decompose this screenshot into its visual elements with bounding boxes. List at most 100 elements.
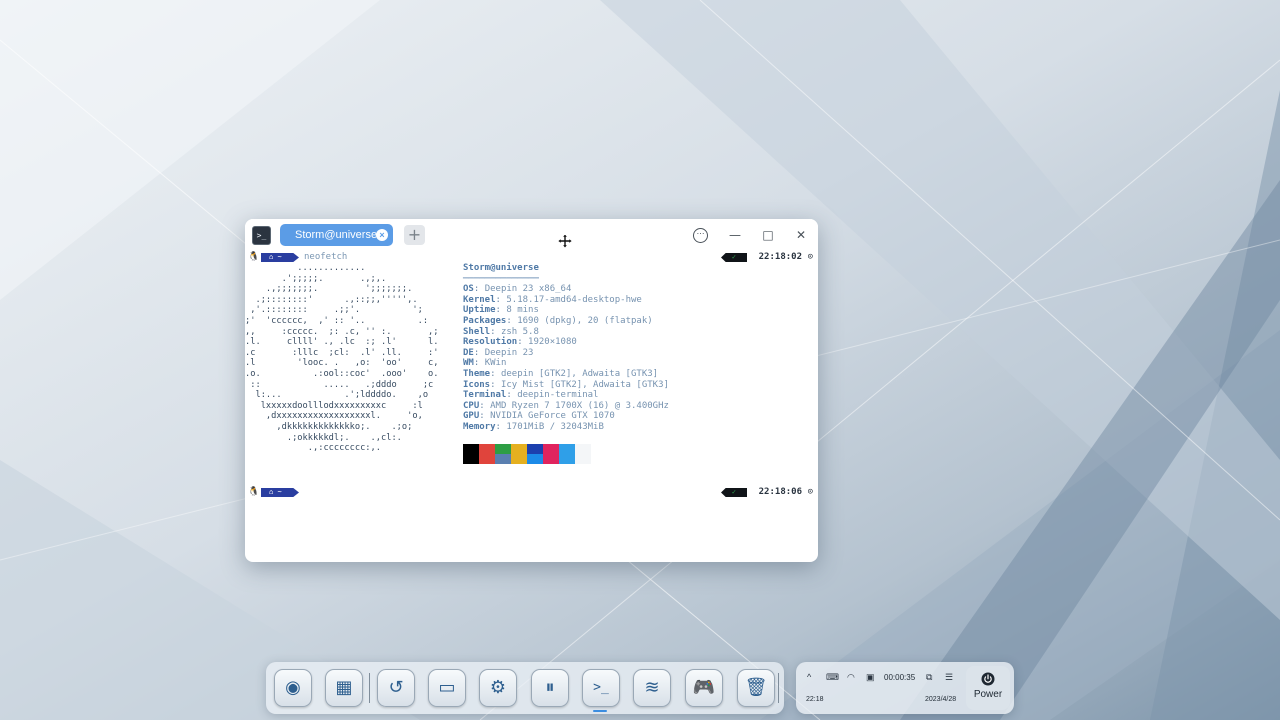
terminal-output[interactable]: 🐧 ⌂ ~ neofetch ✓ 22:18:02 ⊙ ............… (245, 251, 818, 562)
dock-item-network-stream[interactable]: ≋ (633, 669, 671, 707)
window-menu-button[interactable]: ⋯ (693, 228, 708, 243)
terminal-app-icon[interactable]: >_ (252, 226, 271, 245)
info-row-resolution: Resolution: 1920×1080 (463, 337, 577, 348)
info-value: 5.18.17-amd64-desktop-hwe (506, 294, 642, 305)
color-swatch (463, 444, 479, 454)
color-swatch (527, 444, 543, 454)
power-icon (981, 672, 995, 686)
command-text: neofetch (304, 252, 348, 262)
home-segment: ⌂ ~ (261, 488, 299, 497)
info-row-shell: Shell: zsh 5.8 (463, 326, 539, 337)
power-button[interactable]: Power (966, 666, 1010, 710)
info-key: Packages (463, 315, 507, 326)
dock-item-terminal[interactable]: >_ (582, 669, 620, 707)
info-value: deepin [GTK2], Adwaita [GTK3] (500, 368, 659, 379)
tux-icon: 🐧 (248, 252, 260, 262)
info-value: zsh 5.8 (500, 326, 539, 337)
status-ok-segment: ✓ (721, 488, 747, 497)
info-key: Shell (463, 326, 491, 337)
info-key: Memory (463, 421, 496, 432)
color-palette (463, 444, 591, 464)
color-swatch (495, 444, 511, 454)
wifi-icon[interactable]: ◠ (847, 672, 855, 683)
info-key: OS (463, 284, 474, 295)
dock-item-launcher[interactable]: ◉ (274, 669, 312, 707)
system-tray: ^ ⌨ ◠ ▣ 00:00:35 ⧉ ☰ 22:18 2023/4/28 Pow… (796, 662, 1014, 714)
info-key: GPU (463, 411, 480, 422)
control-toggle-icon[interactable]: ☰ (945, 672, 953, 683)
color-swatch (495, 454, 511, 464)
clock-icon: ⊙ (807, 487, 813, 497)
info-row-terminal: Terminal: deepin-terminal (463, 390, 599, 401)
tray-time[interactable]: 22:18 (806, 696, 824, 703)
terminal-window[interactable]: >_ Storm@universe:~ × + ⋯ — □ ✕ 🐧 ⌂ ~ ne… (245, 219, 818, 562)
info-row-wm: WM: KWin (463, 358, 507, 369)
window-titlebar[interactable]: >_ Storm@universe:~ × + ⋯ — □ ✕ (245, 219, 818, 251)
screenshot-icon[interactable]: ⧉ (926, 672, 932, 683)
info-row-theme: Theme: deepin [GTK2], Adwaita [GTK3] (463, 368, 659, 379)
info-value: Icy Mist [GTK2], Adwaita [GTK3] (500, 379, 669, 390)
color-swatch (479, 454, 495, 464)
status-ok-segment: ✓ (721, 253, 747, 262)
minimize-button[interactable]: — (727, 227, 743, 243)
dock-separator (369, 673, 370, 703)
info-value: 1701MiB / 32043MiB (506, 421, 604, 432)
color-swatch (527, 454, 543, 464)
move-cursor-icon (558, 234, 572, 248)
home-segment: ⌂ ~ (261, 253, 299, 262)
add-tab-button[interactable]: + (404, 225, 425, 245)
dock-item-trash[interactable]: 🗑 (737, 669, 775, 707)
tab-storm-universe[interactable]: Storm@universe:~ × (280, 224, 393, 246)
dock-item-multitask-view[interactable]: ▦ (325, 669, 363, 707)
info-value: 1920×1080 (528, 337, 577, 348)
keyboard-icon[interactable]: ⌨ (826, 672, 839, 683)
color-swatch (575, 444, 591, 454)
color-swatch (511, 454, 527, 464)
dock-item-backup-restore[interactable]: ↺ (377, 669, 415, 707)
dock-item-file-manager[interactable]: ▭ (428, 669, 466, 707)
power-label: Power (973, 689, 1003, 700)
prompt-line-1: 🐧 ⌂ ~ neofetch ✓ 22:18:02 ⊙ (248, 252, 813, 263)
close-button[interactable]: ✕ (793, 227, 809, 243)
deepin-ascii-logo: ............. .';;;;;. .,;,. .,;;;;;;;. … (245, 263, 439, 454)
info-row-gpu: GPU: NVIDIA GeForce GTX 1070 (463, 411, 615, 422)
tab-close-icon[interactable]: × (376, 229, 388, 241)
maximize-button[interactable]: □ (760, 227, 776, 243)
info-key: WM (463, 358, 474, 369)
info-key: Resolution (463, 337, 518, 348)
info-row-memory: Memory: 1701MiB / 32043MiB (463, 421, 604, 432)
prompt-time: 22:18:02 (758, 252, 802, 262)
color-swatch (463, 454, 479, 464)
taskbar-dock: ◉ ▦ ↺ ▭ ⚙ ⏸ >_ ≋ 🎮 🗑 (266, 662, 784, 714)
info-value: 8 mins (506, 305, 539, 316)
color-swatch (559, 444, 575, 454)
color-swatch (575, 454, 591, 464)
info-key: DE (463, 347, 474, 358)
user-host: Storm@universe (463, 263, 539, 273)
tray-date[interactable]: 2023/4/28 (925, 696, 956, 703)
info-key: Uptime (463, 305, 496, 316)
info-value: AMD Ryzen 7 1700X (16) @ 3.400GHz (490, 400, 669, 411)
clock-icon: ⊙ (807, 252, 813, 262)
info-row-uptime: Uptime: 8 mins (463, 305, 539, 316)
tray-expand-icon[interactable]: ^ (807, 672, 811, 682)
active-app-indicator (593, 710, 607, 712)
info-value: Deepin 23 x86_64 (484, 284, 572, 295)
info-key: Kernel (463, 294, 496, 305)
info-key: Terminal (463, 390, 507, 401)
dock-item-control-center[interactable]: ⚙ (479, 669, 517, 707)
screen-record-icon[interactable]: ▣ (866, 672, 875, 683)
color-swatch (543, 444, 559, 454)
dock-item-game-controller[interactable]: 🎮 (685, 669, 723, 707)
info-value: 1690 (dpkg), 20 (flatpak) (517, 315, 653, 326)
info-row-icons: Icons: Icy Mist [GTK2], Adwaita [GTK3] (463, 379, 669, 390)
info-key: Icons (463, 379, 491, 390)
dock-separator (778, 673, 779, 703)
info-key: CPU (463, 400, 480, 411)
info-value: KWin (484, 358, 507, 369)
info-value: deepin-terminal (517, 390, 599, 401)
dock-item-settings-toggles[interactable]: ⏸ (531, 669, 569, 707)
info-key: Theme (463, 368, 491, 379)
info-value: NVIDIA GeForce GTX 1070 (490, 411, 615, 422)
color-swatch (511, 444, 527, 454)
